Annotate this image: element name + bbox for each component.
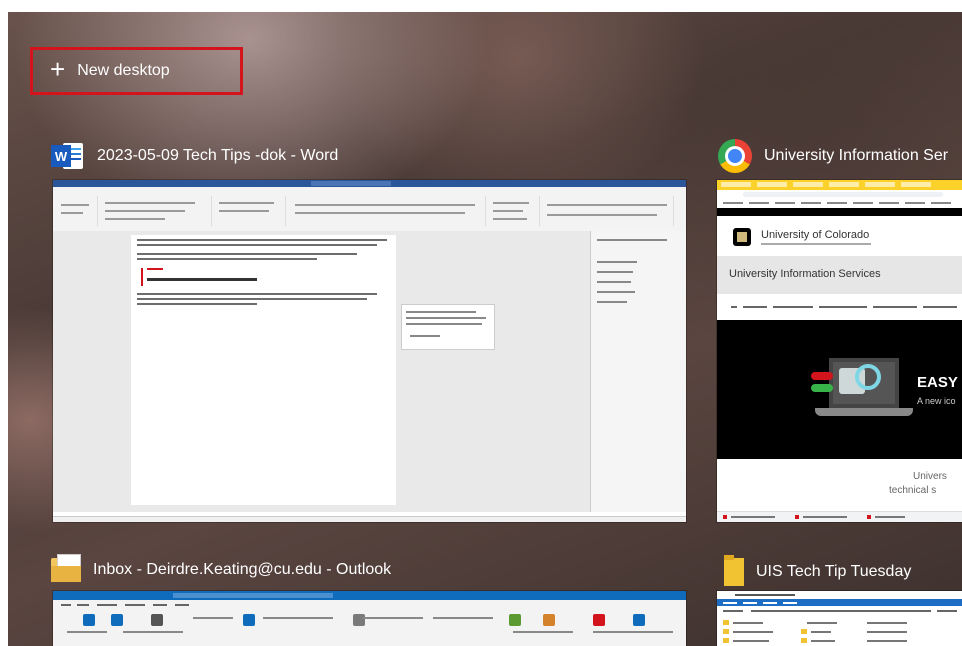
uis-hero: EASY A new ico: [717, 320, 962, 459]
new-desktop-label: New desktop: [77, 62, 170, 79]
outlook-ribbon-tabs: [53, 600, 686, 609]
new-desktop-button[interactable]: + New desktop: [30, 47, 243, 95]
hero-subtext: A new ico: [917, 396, 956, 406]
word-comment-bubble: [401, 304, 495, 350]
explorer-ribbon: [717, 599, 962, 606]
left-edge: [0, 0, 8, 646]
word-titlebar: [53, 180, 686, 187]
word-page: [131, 235, 396, 505]
window-title-text: UIS Tech Tip Tuesday: [756, 563, 912, 580]
chrome-downloads-bar: [717, 511, 962, 522]
word-icon: W: [51, 143, 85, 169]
top-edge: [0, 0, 962, 12]
window-title-text: University Information Ser: [764, 147, 949, 164]
word-side-pane: [590, 231, 686, 512]
uis-banner-text: University Information Services: [729, 268, 881, 280]
plus-icon: +: [50, 54, 66, 84]
outlook-icon: [51, 554, 81, 582]
word-ribbon: [53, 193, 686, 232]
window-title-text: Inbox - Deirdre.Keating@cu.edu - Outlook: [93, 561, 392, 578]
window-title-explorer[interactable]: UIS Tech Tip Tuesday: [724, 555, 912, 586]
cu-top-bar: [717, 208, 962, 216]
outlook-window-thumbnail[interactable]: [53, 591, 686, 646]
lower-text-2: technical s: [889, 485, 937, 496]
word-status-bar: [53, 516, 686, 522]
window-title-text: 2023-05-09 Tech Tips -dok - Word: [97, 147, 339, 164]
outlook-ribbon: [53, 609, 686, 646]
uis-nav: [717, 294, 962, 320]
chrome-tab-strip: [717, 180, 962, 190]
hero-heading: EASY: [917, 374, 958, 391]
word-window-thumbnail[interactable]: [53, 180, 686, 522]
laptop-illustration-icon: [811, 358, 913, 420]
university-name: University of Colorado: [761, 229, 870, 241]
cu-header: University of Colorado: [717, 216, 962, 256]
lower-text-1: Univers: [913, 471, 947, 482]
chrome-icon: [718, 139, 752, 173]
page-lower-section: Univers technical s: [717, 459, 962, 511]
window-title-word[interactable]: W 2023-05-09 Tech Tips -dok - Word: [51, 143, 338, 169]
outlook-titlebar: [53, 591, 686, 600]
window-title-outlook[interactable]: Inbox - Deirdre.Keating@cu.edu - Outlook: [51, 554, 392, 582]
cu-logo-icon: [733, 228, 751, 246]
folder-icon: [724, 555, 744, 586]
window-title-chrome[interactable]: University Information Ser: [718, 139, 948, 173]
uis-banner: University Information Services: [717, 256, 962, 294]
explorer-window-thumbnail[interactable]: [717, 591, 962, 646]
explorer-file-list: [717, 616, 962, 646]
chrome-window-thumbnail[interactable]: University of Colorado University Inform…: [717, 180, 962, 522]
